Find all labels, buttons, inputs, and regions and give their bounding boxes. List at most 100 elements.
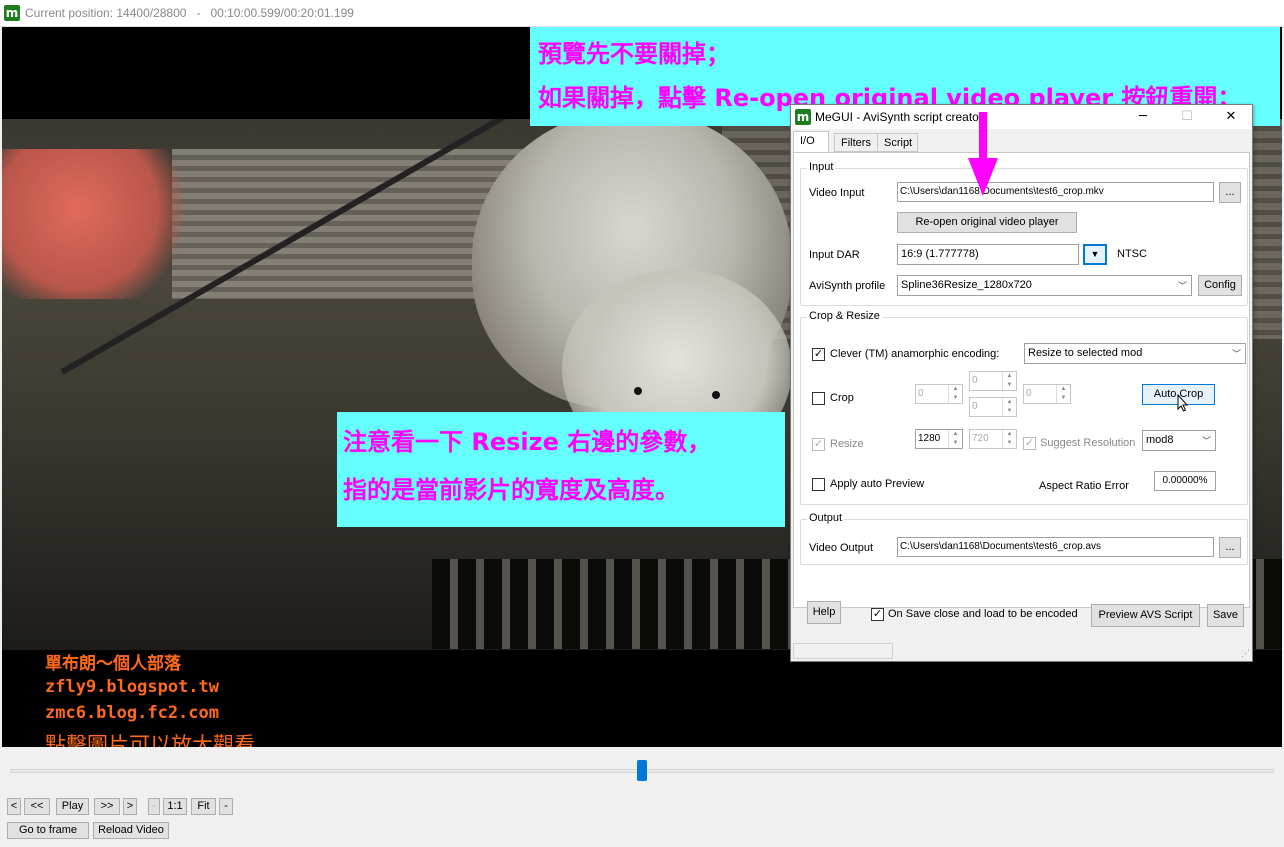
crop-left-value: 0 [918, 388, 924, 399]
video-input-label: Video Input [809, 187, 865, 199]
red-light [2, 149, 192, 299]
player-title: Current position: 14400/28800 - 00:10:00… [25, 6, 354, 20]
spin-arrows-icon: ▲ ▼ [1002, 372, 1016, 390]
clever-anamorphic-label: Clever (TM) anamorphic encoding: [830, 348, 1000, 360]
watermark-line4: 點擊圖片可以放大觀看 [45, 733, 255, 747]
crop-right-spinner[interactable]: 0 ▲ ▼ [1023, 384, 1071, 404]
input-group: Input Video Input C:\Users\dan1168\Docum… [800, 161, 1248, 306]
mod-value: mod8 [1146, 434, 1174, 446]
chevron-down-icon: ﹀ [1231, 349, 1241, 359]
status-panel [793, 643, 893, 659]
dialog-statusbar: ⋰ [791, 641, 1252, 661]
reopen-video-player-button[interactable]: Re-open original video player [897, 212, 1077, 233]
preview-avs-script-button[interactable]: Preview AVS Script [1091, 604, 1200, 627]
tab-io[interactable]: I/O [793, 131, 829, 153]
suggest-resolution-checkbox[interactable]: ✓ [1023, 437, 1036, 450]
save-button[interactable]: Save [1207, 604, 1244, 627]
next-frame-button[interactable]: > [123, 798, 137, 815]
chevron-down-icon: ﹀ [1177, 281, 1187, 291]
rat-eye [712, 391, 720, 399]
annotation-mid-line1: 注意看一下 Resize 右邊的參數， [343, 428, 712, 456]
minimize-button[interactable]: ─ [1121, 107, 1165, 127]
crop-top-value: 0 [972, 375, 978, 386]
on-save-close-checkbox[interactable]: ✓ [871, 608, 884, 621]
config-button[interactable]: Config [1198, 275, 1242, 296]
video-input-browse-button[interactable]: ... [1219, 182, 1241, 203]
on-save-close-label: On Save close and load to be encoded [888, 608, 1078, 620]
spin-arrows-icon: ▲ ▼ [1056, 385, 1070, 403]
video-output-field[interactable]: C:\Users\dan1168\Documents\test6_crop.av… [897, 537, 1214, 557]
mouse-cursor-icon [1177, 394, 1189, 412]
avisynth-profile-select[interactable]: Spline36Resize_1280x720 ﹀ [897, 275, 1192, 296]
prev-frame-button[interactable]: < [7, 798, 21, 815]
help-button[interactable]: Help [807, 601, 841, 624]
tab-script[interactable]: Script [877, 133, 918, 152]
crop-checkbox[interactable] [812, 392, 825, 405]
crop-resize-group-label: Crop & Resize [807, 310, 882, 322]
crop-label: Crop [830, 392, 854, 404]
annotation-mid-line2: 指的是當前影片的寬度及高度。 [343, 476, 679, 504]
go-to-frame-button[interactable]: Go to frame [7, 822, 89, 839]
zoom-out-button[interactable]: - [219, 798, 233, 815]
mod-select[interactable]: mod8 ﹀ [1142, 430, 1216, 451]
megui-icon: m [4, 5, 20, 21]
video-output-label: Video Output [809, 542, 874, 554]
seek-thumb[interactable] [637, 760, 647, 781]
crop-bottom-value: 0 [972, 401, 978, 412]
chevron-down-icon: ▼ [1090, 249, 1100, 259]
video-input-field[interactable]: C:\Users\dan1168\Documents\test6_crop.mk… [897, 182, 1214, 202]
io-tab-panel: Input Video Input C:\Users\dan1168\Docum… [793, 152, 1250, 608]
resize-label: Resize [830, 438, 864, 450]
spin-arrows-icon: ▲ ▼ [948, 385, 962, 403]
seek-area [0, 747, 1284, 795]
zoom-1-1-button[interactable]: 1:1 [163, 798, 187, 815]
play-button[interactable]: Play [56, 798, 89, 815]
clever-anamorphic-checkbox[interactable]: ✓ [812, 348, 825, 361]
spin-arrows-icon: ▲ ▼ [1002, 398, 1016, 416]
spin-arrows-icon: ▲ ▼ [948, 430, 962, 448]
resize-grip-icon[interactable]: ⋰ [1241, 648, 1250, 659]
watermark-line2: zfly9.blogspot.tw [45, 677, 219, 697]
apply-auto-preview-checkbox[interactable] [812, 478, 825, 491]
aspect-ratio-error-field[interactable]: 0.00000% [1154, 471, 1216, 491]
video-output-browse-button[interactable]: ... [1219, 537, 1241, 558]
resize-height-value: 720 [972, 433, 989, 444]
crop-right-value: 0 [1026, 388, 1032, 399]
chevron-down-icon: ﹀ [1201, 436, 1211, 446]
rewind-button[interactable]: << [24, 798, 50, 815]
dialog-title: MeGUI - AviSynth script creator [815, 110, 983, 124]
arrow-down-icon [968, 112, 998, 196]
resize-height-spinner[interactable]: 720 ▲ ▼ [969, 429, 1017, 449]
crop-bottom-spinner[interactable]: 0 ▲ ▼ [969, 397, 1017, 417]
reload-video-button[interactable]: Reload Video [93, 822, 169, 839]
player-titlebar: m Current position: 14400/28800 - 00:10:… [0, 0, 1284, 27]
rat-eye [634, 387, 642, 395]
crop-top-spinner[interactable]: 0 ▲ ▼ [969, 371, 1017, 391]
avisynth-script-creator-dialog: m MeGUI - AviSynth script creator ─ ☐ ✕ … [790, 104, 1253, 662]
close-button[interactable]: ✕ [1209, 107, 1253, 127]
avisynth-profile-value: Spline36Resize_1280x720 [901, 279, 1032, 291]
crop-left-spinner[interactable]: 0 ▲ ▼ [915, 384, 963, 404]
apply-auto-preview-label: Apply auto Preview [830, 478, 925, 490]
resize-checkbox[interactable]: ✓ [812, 438, 825, 451]
input-group-label: Input [807, 161, 836, 173]
input-dar-dropdown-button[interactable]: ▼ [1083, 244, 1107, 265]
watermark-line1: 單布朗～個人部落 [45, 654, 181, 674]
forward-button[interactable]: >> [94, 798, 120, 815]
input-dar-field[interactable]: 16:9 (1.777778) [897, 244, 1079, 265]
zoom-out-small-button[interactable]: - [148, 798, 160, 815]
annotation-mid: 注意看一下 Resize 右邊的參數， 指的是當前影片的寬度及高度。 [337, 412, 785, 527]
resize-width-value: 1280 [918, 433, 941, 444]
maximize-button[interactable]: ☐ [1165, 107, 1209, 127]
output-group-label: Output [807, 512, 845, 524]
resize-width-spinner[interactable]: 1280 ▲ ▼ [915, 429, 963, 449]
watermark: 單布朗～個人部落 zfly9.blogspot.tw zmc6.blog.fc2… [45, 649, 255, 747]
dialog-titlebar: m MeGUI - AviSynth script creator ─ ☐ ✕ [791, 105, 1252, 129]
aspect-ratio-error-label: Aspect Ratio Error [1039, 480, 1129, 492]
fit-button[interactable]: Fit [191, 798, 216, 815]
clever-mode-select[interactable]: Resize to selected mod ﹀ [1024, 343, 1246, 364]
clever-mode-value: Resize to selected mod [1028, 347, 1143, 359]
tab-filters[interactable]: Filters [834, 133, 878, 152]
megui-icon: m [795, 109, 811, 125]
output-group: Output Video Output C:\Users\dan1168\Doc… [800, 512, 1248, 565]
